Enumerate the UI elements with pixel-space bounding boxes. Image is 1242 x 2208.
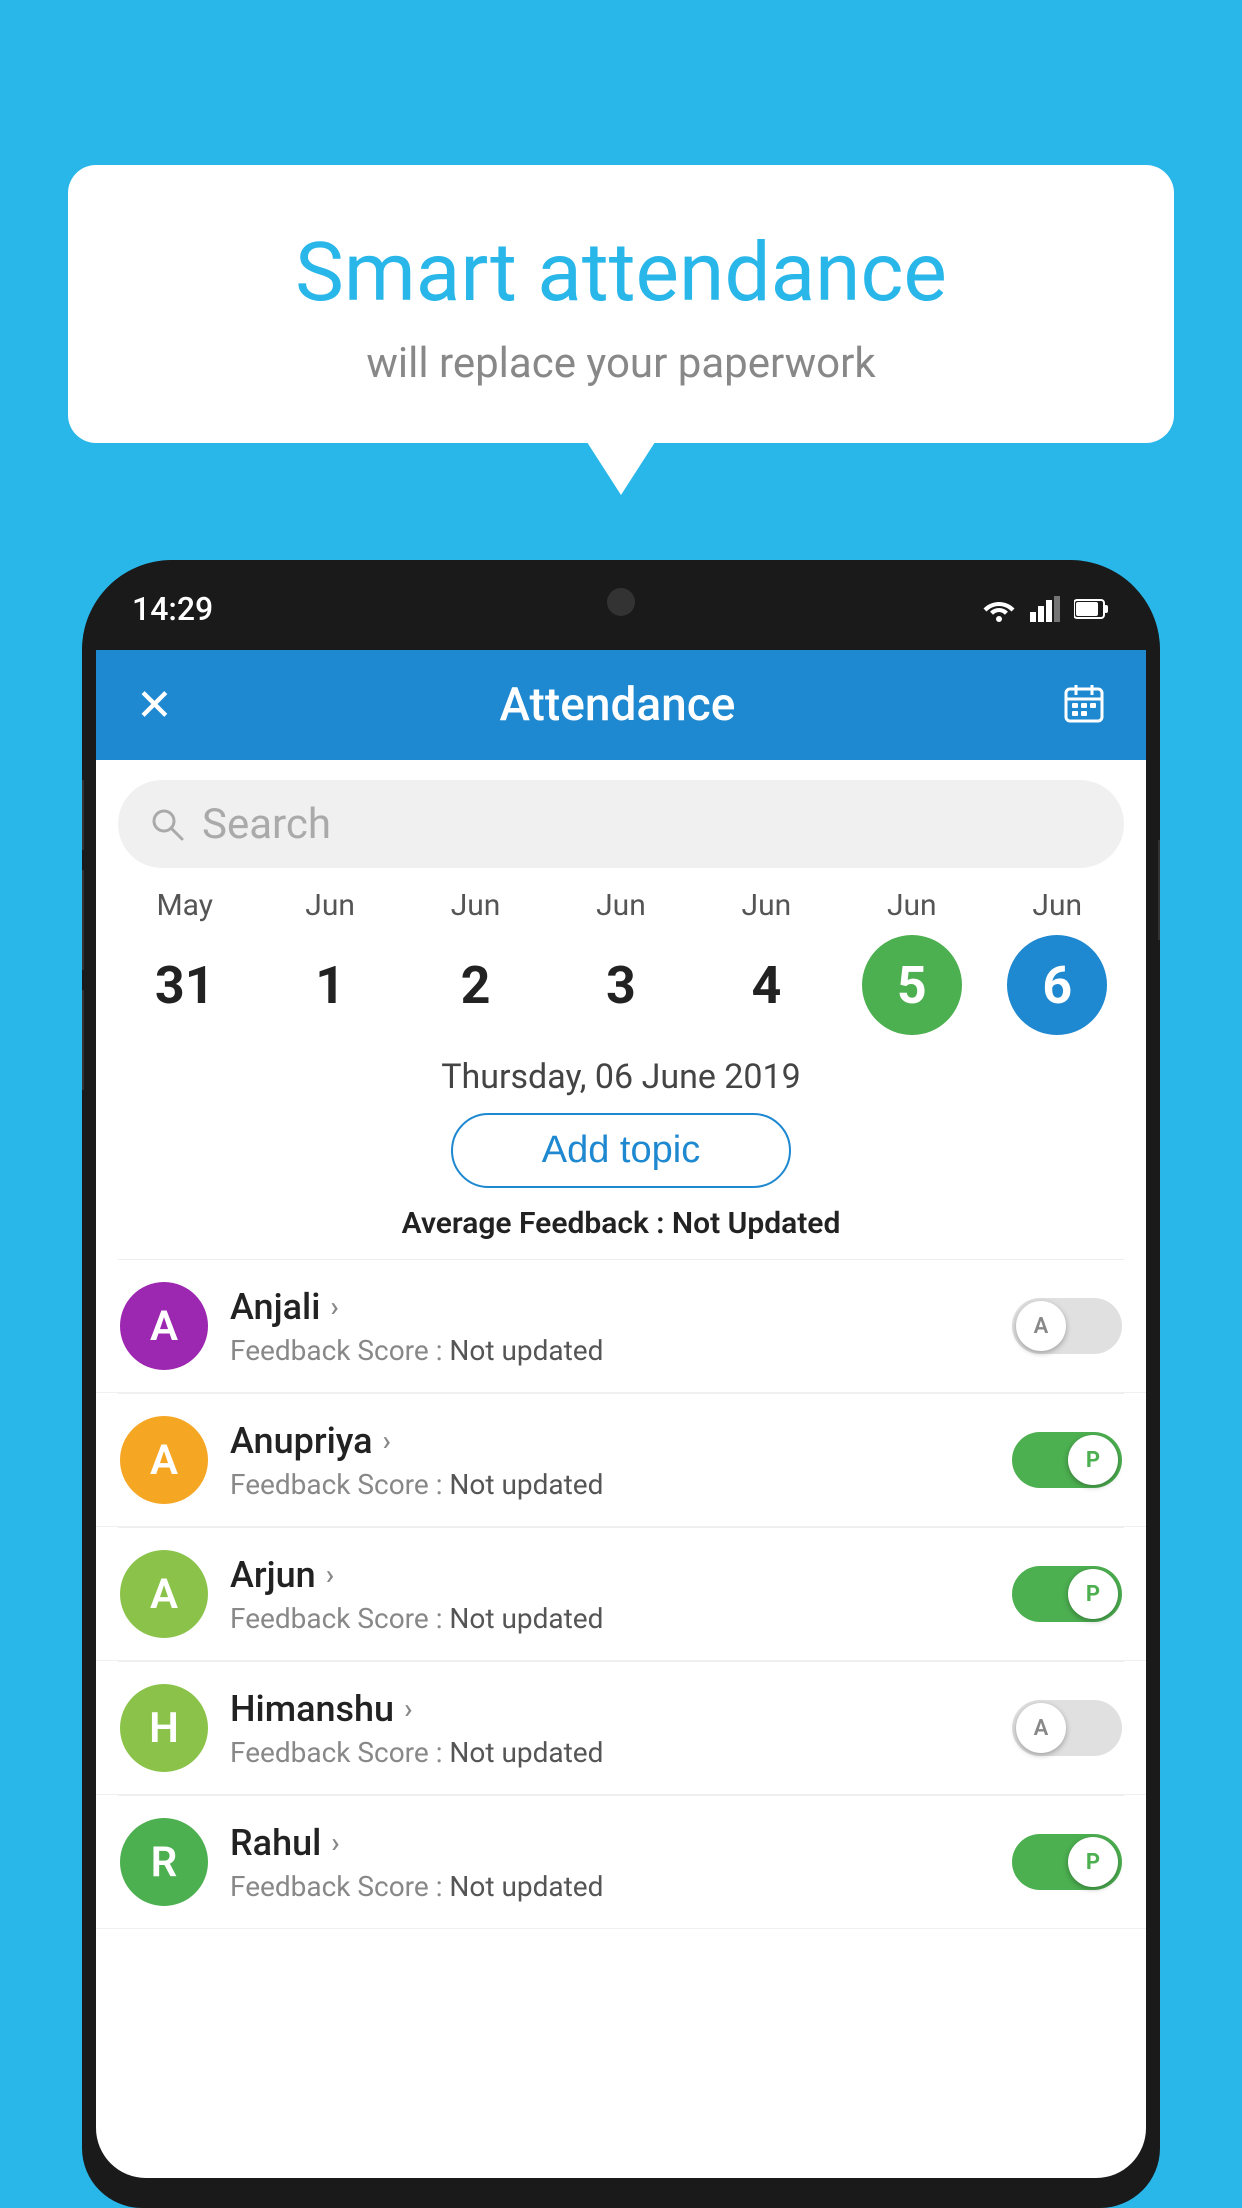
month-label: May [156, 888, 212, 923]
attendance-toggle[interactable]: A [1012, 1700, 1122, 1756]
student-item: A Arjun › Feedback Score : Not updated P [96, 1528, 1146, 1661]
calendar-date[interactable]: Jun 1 [265, 888, 395, 1035]
signal-icon [1030, 596, 1060, 622]
battery-icon [1074, 598, 1110, 620]
toggle-knob: P [1068, 1837, 1118, 1887]
student-name[interactable]: Arjun › [230, 1554, 1012, 1596]
toggle-knob: A [1016, 1301, 1066, 1351]
student-avatar: A [120, 1550, 208, 1638]
student-feedback: Feedback Score : Not updated [230, 1334, 1012, 1367]
calendar-date[interactable]: Jun 5 [847, 888, 977, 1035]
month-label: Jun [305, 888, 355, 923]
status-time: 14:29 [132, 590, 213, 628]
toggle-knob: P [1068, 1569, 1118, 1619]
student-item: H Himanshu › Feedback Score : Not updatedA [96, 1662, 1146, 1795]
calendar-icon[interactable] [1062, 681, 1106, 729]
student-avatar: A [120, 1282, 208, 1370]
avg-feedback-value: Not Updated [672, 1206, 840, 1241]
calendar-date[interactable]: May 31 [120, 888, 250, 1035]
student-feedback: Feedback Score : Not updated [230, 1870, 1012, 1903]
status-icons [982, 596, 1110, 622]
wifi-icon [982, 596, 1016, 622]
day-number: 4 [716, 935, 816, 1035]
power-button [1158, 840, 1160, 940]
phone-screen: ✕ Attendance [96, 650, 1146, 2178]
add-topic-button[interactable]: Add topic [451, 1113, 791, 1188]
day-number: 3 [571, 935, 671, 1035]
attendance-toggle[interactable]: P [1012, 1432, 1122, 1488]
screen-title: Attendance [499, 678, 735, 732]
phone-frame: 14:29 ✕ [82, 560, 1160, 2208]
month-label: Jun [451, 888, 501, 923]
mute-button [82, 780, 84, 850]
speech-bubble-subtitle: will replace your paperwork [118, 339, 1124, 388]
student-avatar: A [120, 1416, 208, 1504]
app-header: ✕ Attendance [96, 650, 1146, 760]
speech-bubble-title: Smart attendance [118, 225, 1124, 321]
toggle-knob: A [1016, 1703, 1066, 1753]
student-avatar: R [120, 1818, 208, 1906]
student-name[interactable]: Himanshu › [230, 1688, 1012, 1730]
student-item: A Anupriya › Feedback Score : Not updated P [96, 1394, 1146, 1527]
toggle-on[interactable]: P [1012, 1566, 1122, 1622]
calendar-date[interactable]: Jun 3 [556, 888, 686, 1035]
toggle-knob: P [1068, 1435, 1118, 1485]
month-label: Jun [742, 888, 792, 923]
selected-date: Thursday, 06 June 2019 [96, 1057, 1146, 1097]
student-name[interactable]: Rahul › [230, 1822, 1012, 1864]
search-placeholder: Search [202, 800, 331, 849]
toggle-on[interactable]: P [1012, 1432, 1122, 1488]
day-number: 2 [426, 935, 526, 1035]
day-number: 5 [862, 935, 962, 1035]
calendar-date[interactable]: Jun 4 [701, 888, 831, 1035]
volume-down-button [82, 990, 84, 1090]
month-label: Jun [596, 888, 646, 923]
student-feedback: Feedback Score : Not updated [230, 1602, 1012, 1635]
student-avatar: H [120, 1684, 208, 1772]
student-item: R Rahul › Feedback Score : Not updated P [96, 1796, 1146, 1929]
day-number: 1 [280, 935, 380, 1035]
attendance-toggle[interactable]: A [1012, 1298, 1122, 1354]
month-label: Jun [1032, 888, 1082, 923]
average-feedback: Average Feedback : Not Updated [96, 1206, 1146, 1241]
search-bar[interactable]: Search [118, 780, 1124, 868]
month-label: Jun [887, 888, 937, 923]
calendar-date[interactable]: Jun 6 [992, 888, 1122, 1035]
volume-up-button [82, 870, 84, 970]
student-item: AAnjali ›Feedback Score : Not updatedA [96, 1260, 1146, 1393]
toggle-off[interactable]: A [1012, 1298, 1122, 1354]
attendance-toggle[interactable]: P [1012, 1834, 1122, 1890]
student-name[interactable]: Anjali › [230, 1286, 1012, 1328]
close-button[interactable]: ✕ [136, 679, 173, 731]
day-number: 6 [1007, 935, 1107, 1035]
toggle-on[interactable]: P [1012, 1834, 1122, 1890]
student-feedback: Feedback Score : Not updated [230, 1736, 1012, 1769]
day-number: 31 [135, 935, 235, 1035]
notch [561, 560, 681, 602]
status-bar: 14:29 [82, 560, 1160, 650]
calendar-date[interactable]: Jun 2 [411, 888, 541, 1035]
avg-feedback-label: Average Feedback : [402, 1206, 665, 1241]
student-name[interactable]: Anupriya › [230, 1420, 1012, 1462]
camera [607, 588, 635, 616]
speech-bubble: Smart attendance will replace your paper… [68, 165, 1174, 443]
student-feedback: Feedback Score : Not updated [230, 1468, 1012, 1501]
student-list: AAnjali ›Feedback Score : Not updatedAAA… [96, 1260, 1146, 1929]
calendar-dates: May 31 Jun 1 Jun 2 Jun 3 Jun 4 Jun 5 Jun 6 [96, 888, 1146, 1035]
search-icon [148, 805, 186, 843]
toggle-off[interactable]: A [1012, 1700, 1122, 1756]
attendance-toggle[interactable]: P [1012, 1566, 1122, 1622]
